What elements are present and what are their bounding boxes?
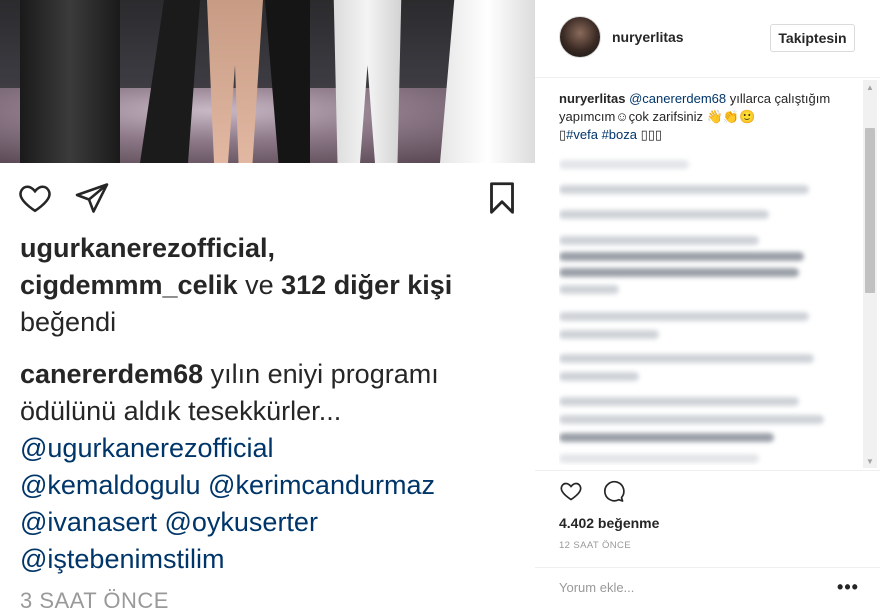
likes-connector: ve [237,270,282,300]
comments-list: nuryerlitas @canererdem68 yıllarca çalış… [559,90,859,465]
mention-link[interactable]: @canererdem68 [629,91,726,106]
scrollbar-thumb[interactable] [865,128,875,293]
blurred-comment [559,185,809,194]
post-caption: canererdem68 yılın eniyi programı ödülün… [20,356,530,578]
liker-username[interactable]: ugurkanerezofficial, [20,233,275,263]
blurred-comment [559,160,689,169]
caption-text: ödülünü aldık tesekkürler... [20,396,342,426]
heart-icon[interactable] [557,477,585,505]
blurred-comment [559,397,799,406]
blurred-comment [559,268,799,277]
liker-username[interactable]: cigdemmm_celik [20,270,238,300]
add-comment-bar: ••• [535,567,880,615]
post-timestamp: 3 SAAT ÖNCE [20,588,169,613]
hashtag-links[interactable]: #vefa #boza [566,127,637,142]
mention-link[interactable]: @iştebenimstilim [20,544,224,574]
mention-link[interactable]: @ivanasert [20,507,157,537]
likes-count[interactable]: 4.402 beğenme [559,515,659,531]
post-timestamp[interactable]: 12 SAAT ÖNCE [559,540,631,551]
caption-username[interactable]: canererdem68 [20,359,203,389]
likes-suffix: beğendi [20,307,117,337]
mention-link[interactable]: @kerimcandurmaz [208,470,435,500]
person-figure [20,0,120,163]
mention-link[interactable]: @ugurkanerezofficial [20,433,274,463]
person-figure [440,0,535,163]
send-icon[interactable] [72,178,112,218]
scroll-down-arrow-icon[interactable]: ▼ [863,454,877,468]
blurred-comment [559,433,774,442]
post-actions-right: 4.402 beğenme 12 SAAT ÖNCE ••• [535,470,880,600]
blurred-comment [559,415,824,424]
comments-scrollbar[interactable]: ▲ ▼ [863,80,877,468]
blurred-comment [559,236,759,245]
post-photo [0,0,535,163]
blurred-comment [559,454,759,463]
bookmark-icon[interactable] [482,178,522,218]
heart-icon[interactable] [15,178,55,218]
more-options-icon[interactable]: ••• [835,574,861,600]
blurred-comment [559,312,809,321]
other-likers-link[interactable]: 312 diğer kişi [281,270,452,300]
comment-input[interactable] [559,580,809,595]
mention-link[interactable]: @kemaldogulu [20,470,201,500]
comment-icon[interactable] [599,477,627,505]
blurred-comment [559,330,659,339]
embedded-post-screenshot: ugurkanerezofficial, cigdemmm_celik ve 3… [0,0,535,615]
mention-link[interactable]: @oykuserter [164,507,317,537]
caption-text: yılın eniyi programı [203,359,439,389]
blurred-comment [559,354,814,363]
avatar[interactable] [559,16,601,58]
post-header: nuryerlitas Takiptesin [535,0,880,78]
header-username[interactable]: nuryerlitas [612,29,684,45]
scroll-up-arrow-icon[interactable]: ▲ [863,80,877,94]
glyph-box: ▯▯▯ [640,127,663,142]
blurred-comment [559,285,619,294]
blurred-comment [559,372,639,381]
blurred-comment [559,210,769,219]
likes-summary: ugurkanerezofficial, cigdemmm_celik ve 3… [20,230,530,341]
post-sidebar: nuryerlitas Takiptesin nuryerlitas @cane… [535,0,880,615]
owner-caption: nuryerlitas @canererdem68 yıllarca çalış… [559,90,859,144]
blurred-comment [559,252,804,261]
post-actions-left [0,178,535,220]
following-button[interactable]: Takiptesin [770,24,855,52]
caption-username[interactable]: nuryerlitas [559,91,625,106]
